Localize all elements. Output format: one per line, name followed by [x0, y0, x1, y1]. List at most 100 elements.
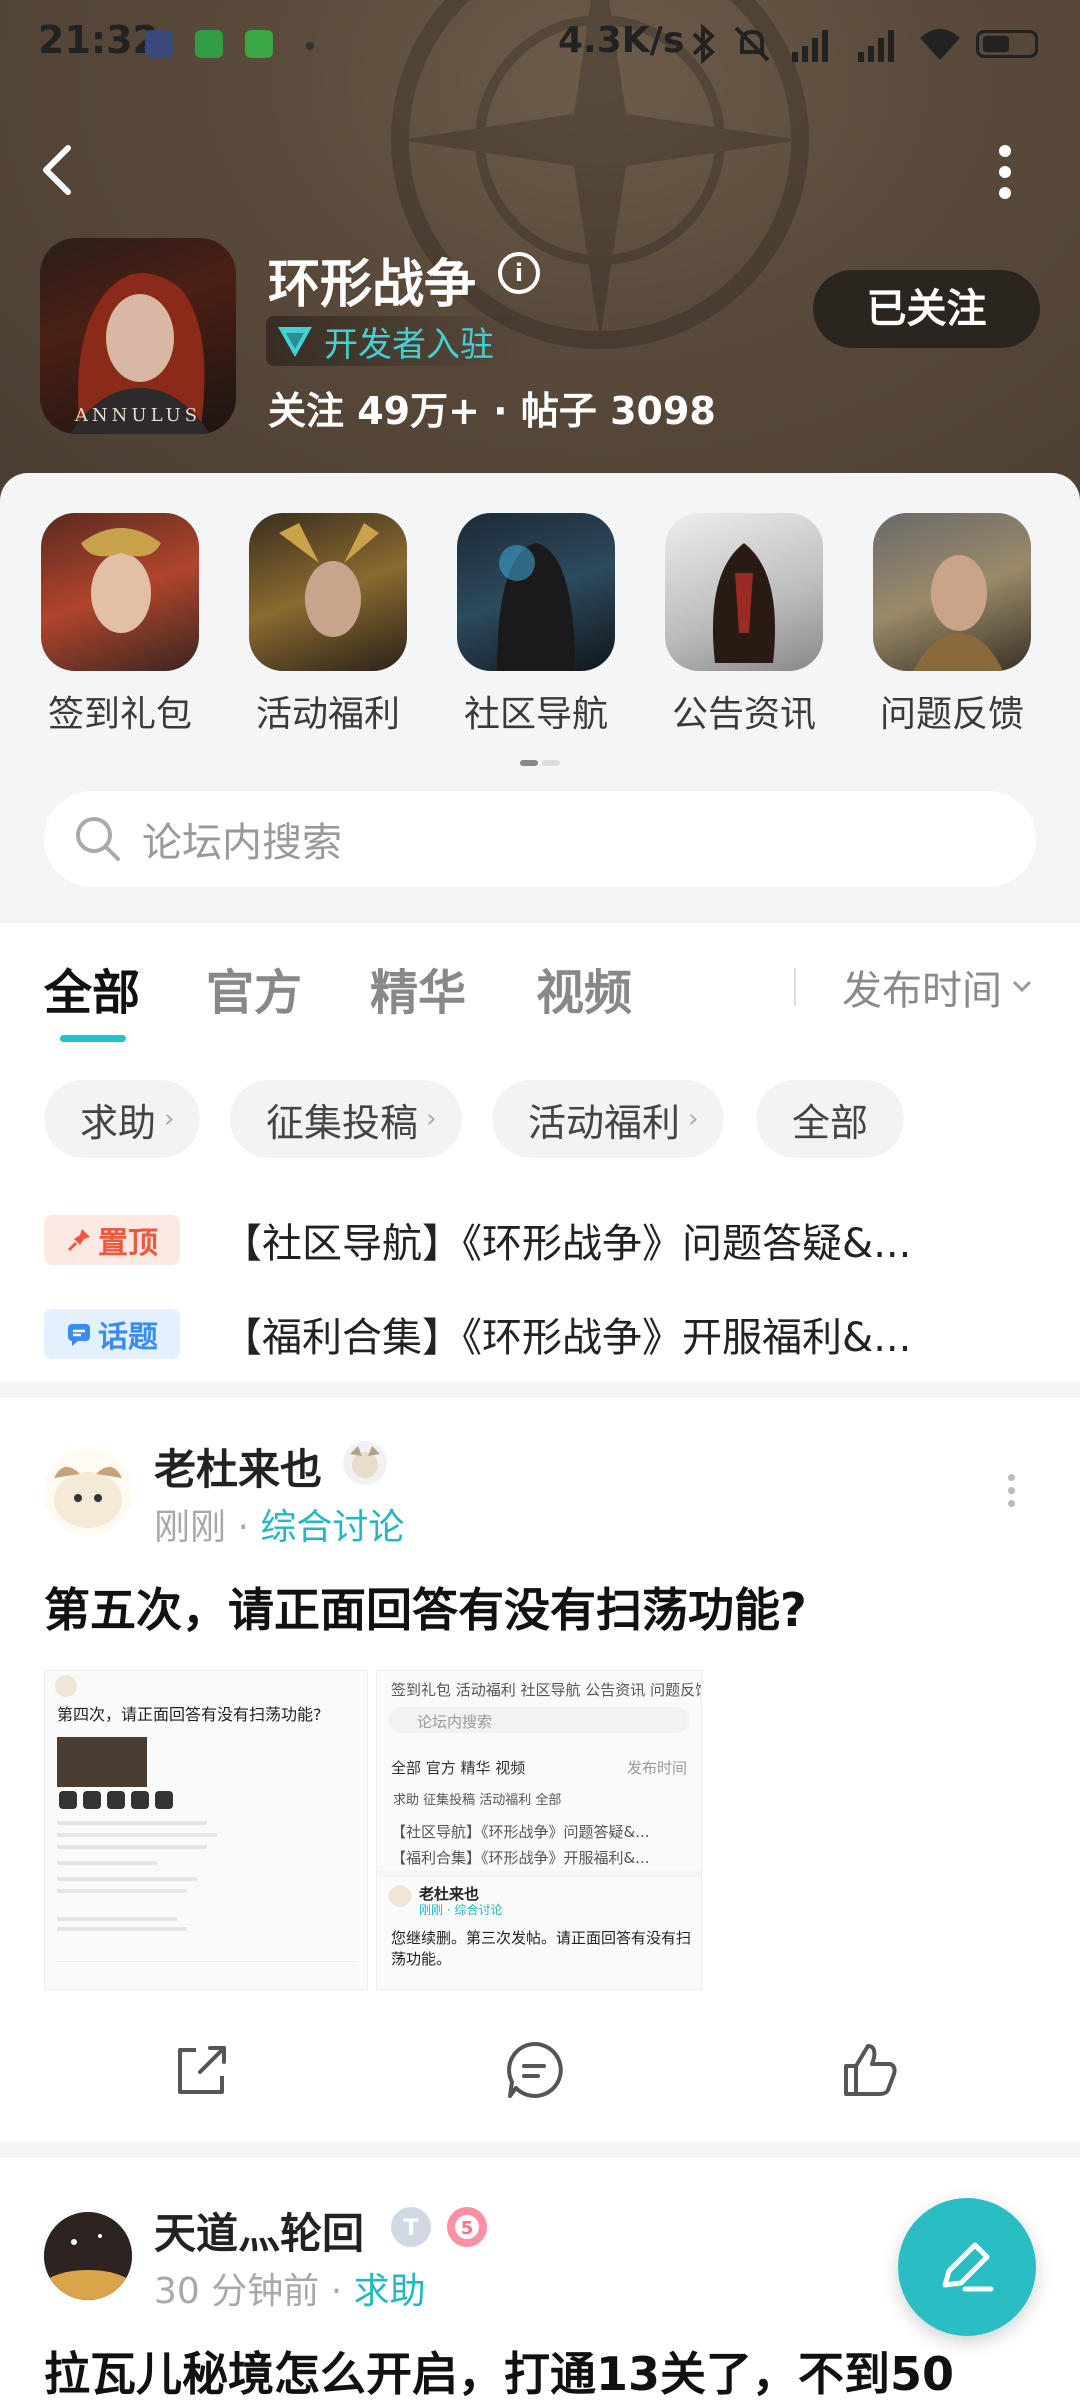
chip-label: 活动福利	[528, 1100, 681, 1145]
pen-icon	[942, 2242, 994, 2292]
status-time: 21:32	[38, 18, 159, 62]
level-badge-icon: T	[391, 2207, 431, 2247]
forum-header: 21:32 4.3K/s ANNULUS 环形战争 i 开发者入驻 关注 49万…	[0, 0, 1080, 510]
like-icon[interactable]	[838, 2038, 902, 2102]
section-divider	[0, 2142, 1080, 2158]
post-image-1[interactable]: 第四次，请正面回答有没有扫荡功能?	[44, 1670, 368, 1990]
thumb-chips: 求助 征集投稿 活动福利 全部	[393, 1793, 562, 1808]
quick-entry-label: 问题反馈	[879, 694, 1024, 735]
post-meta: 刚刚 · 综合讨论	[154, 1507, 405, 1548]
tab-video[interactable]: 视频	[536, 953, 632, 1023]
thumb-search: 论坛内搜索	[417, 1713, 493, 1731]
post-author[interactable]: 天道灬轮回	[154, 2200, 364, 2261]
comment-icon[interactable]	[502, 2038, 566, 2102]
search-icon	[76, 817, 120, 861]
chip-help[interactable]: 求助 ›	[44, 1080, 201, 1158]
quick-entry-panel: 签到礼包 活动福利 社区导航 公告资讯 问题反馈 论坛内搜索	[0, 473, 1080, 923]
signal-icon	[792, 30, 828, 62]
wifi-icon	[920, 29, 960, 60]
quick-entry-announcements[interactable]: 公告资讯	[664, 513, 824, 737]
developer-badge: 开发者入驻	[266, 316, 524, 366]
mute-icon	[734, 26, 770, 62]
thumb-body: 您继续删。第三次发帖。请正面回答有没有扫荡功能。	[391, 1929, 692, 1968]
thumb-title: 第四次，请正面回答有没有扫荡功能?	[57, 1705, 322, 1724]
game-icon-logo-text: ANNULUS	[74, 405, 202, 426]
more-options-button[interactable]	[990, 145, 1020, 205]
post-more-button[interactable]	[1008, 1474, 1020, 1507]
pinned-post[interactable]: 置顶 【社区导航】《环形战争》问题答疑&...	[44, 1212, 1044, 1268]
tab-featured[interactable]: 精华	[370, 953, 466, 1023]
post-time: 30 分钟前	[154, 2271, 320, 2312]
thumb-quick-entries: 签到礼包 活动福利 社区导航 公告资讯 问题反馈	[391, 1681, 702, 1699]
topic-badge-label: 话题	[98, 1320, 158, 1355]
chip-submissions[interactable]: 征集投稿 ›	[230, 1080, 463, 1158]
chip-events[interactable]: 活动福利 ›	[492, 1080, 725, 1158]
search-input[interactable]: 论坛内搜索	[44, 791, 1036, 887]
status-icons	[690, 22, 1038, 66]
chip-label: 求助	[80, 1100, 157, 1145]
bluetooth-icon	[692, 24, 715, 64]
pinned-badge-label: 置顶	[98, 1226, 158, 1261]
pin-icon	[67, 1229, 90, 1252]
filter-chips: 求助 › 征集投稿 › 活动福利 › 全部	[0, 1080, 1080, 1162]
follow-button[interactable]: 已关注	[813, 270, 1040, 348]
quick-entry-feedback[interactable]: 问题反馈	[872, 513, 1032, 737]
back-button[interactable]	[40, 140, 90, 200]
diamond-icon	[278, 327, 312, 357]
topic-post-title: 【福利合集】《环形战争》开服福利&...	[222, 1315, 912, 1361]
thumb-pin-2: 【福利合集】《环形战争》开服福利&...	[391, 1849, 650, 1867]
quick-entry-checkin[interactable]: 签到礼包	[40, 513, 200, 737]
quick-entry-label: 活动福利	[255, 694, 400, 735]
forum-title: 环形战争	[268, 255, 477, 315]
notification-app-icon	[145, 30, 173, 58]
game-icon: ANNULUS	[40, 238, 236, 434]
chevron-right-icon: ›	[688, 1104, 699, 1134]
post-title[interactable]: 拉瓦儿秘境怎么开启，打通13关了，不到50	[44, 2338, 1044, 2400]
topic-badge: 话题	[44, 1309, 180, 1359]
thumb-tabs: 全部 官方 精华 视频	[391, 1759, 526, 1777]
dot-icon	[999, 145, 1011, 157]
tab-official[interactable]: 官方	[206, 953, 302, 1023]
tab-all[interactable]: 全部	[44, 953, 140, 1023]
signal-icon	[858, 30, 894, 62]
checkin-gift-image	[41, 513, 199, 671]
avatar[interactable]	[44, 1448, 132, 1536]
active-tab-indicator	[60, 1035, 126, 1042]
more-notifications-dot	[306, 42, 314, 50]
user-badge-icon	[343, 1441, 387, 1485]
chip-all[interactable]: 全部	[756, 1080, 905, 1158]
network-speed: 4.3K/s	[558, 20, 685, 61]
chip-label: 征集投稿	[266, 1100, 419, 1145]
quick-entry-label: 社区导航	[463, 694, 608, 735]
search-placeholder: 论坛内搜索	[142, 820, 342, 866]
pinned-post-title: 【社区导航】《环形战争》问题答疑&...	[222, 1221, 912, 1267]
thumb-meta: 刚刚 · 综合讨论	[419, 1903, 503, 1917]
svg-text:5: 5	[461, 2218, 474, 2239]
page-indicator	[520, 751, 560, 766]
sort-label: 发布时间	[842, 968, 1002, 1014]
post-image-2[interactable]: 签到礼包 活动福利 社区导航 公告资讯 问题反馈 论坛内搜索 全部 官方 精华 …	[376, 1670, 702, 1990]
post-category[interactable]: 求助	[354, 2271, 426, 2312]
chevron-down-icon	[1012, 980, 1032, 993]
info-icon[interactable]: i	[498, 252, 540, 294]
share-icon[interactable]	[170, 2038, 234, 2102]
topic-post[interactable]: 话题 【福利合集】《环形战争》开服福利&...	[44, 1306, 1044, 1362]
sort-dropdown[interactable]: 发布时间	[842, 958, 1032, 1016]
wechat-icon	[245, 30, 273, 58]
quick-entry-navigation[interactable]: 社区导航	[456, 513, 616, 737]
post-meta: 30 分钟前 · 求助	[154, 2271, 426, 2312]
avatar[interactable]	[44, 2212, 132, 2300]
announcement-image	[665, 513, 823, 671]
post-author[interactable]: 老杜来也	[154, 1436, 322, 1497]
quick-entry-events[interactable]: 活动福利	[248, 513, 408, 737]
chevron-right-icon: ›	[426, 1104, 437, 1134]
developer-badge-label: 开发者入驻	[324, 324, 494, 365]
pinned-badge: 置顶	[44, 1215, 180, 1265]
svg-text:T: T	[403, 2216, 418, 2241]
post-title[interactable]: 第五次，请正面回答有没有扫荡功能?	[44, 1574, 807, 1640]
compose-post-button[interactable]	[898, 2198, 1036, 2336]
quick-entry-label: 公告资讯	[671, 694, 816, 735]
post-category[interactable]: 综合讨论	[260, 1507, 404, 1548]
chevron-right-icon: ›	[164, 1104, 175, 1134]
notification-app-icon	[195, 30, 223, 58]
